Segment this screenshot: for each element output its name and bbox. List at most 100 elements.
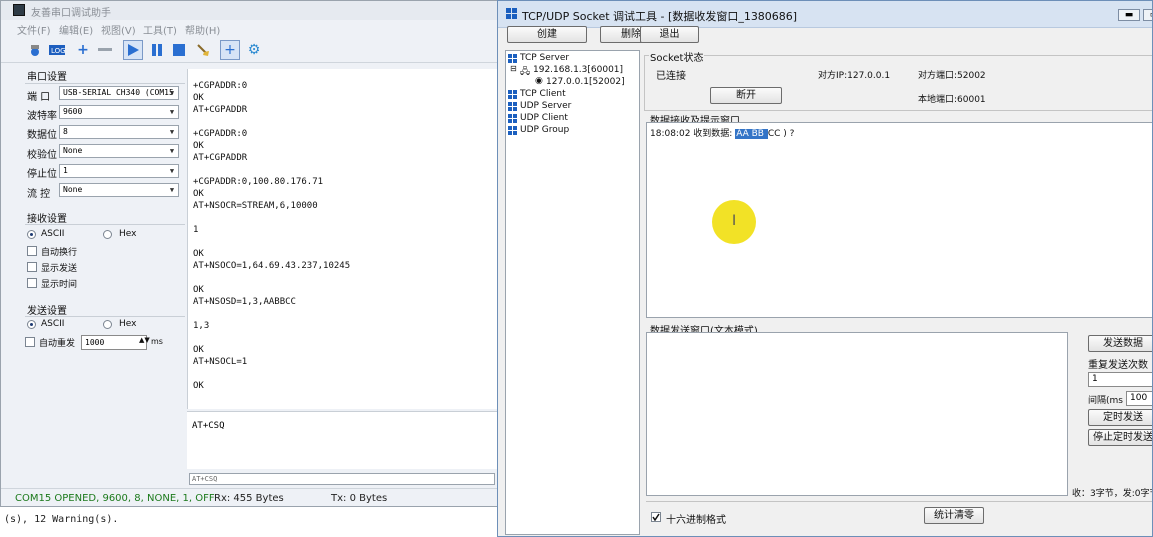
recv-settings-title: 接收设置 (27, 214, 67, 225)
disconnect-button[interactable]: 断开 (710, 87, 782, 104)
receive-text-area[interactable]: +CGPADDR:0 OK AT+CGPADDR +CGPADDR:0 OK AT+CGP… (187, 69, 499, 409)
tree-udp-server[interactable]: UDP Server (520, 101, 571, 111)
receive-line: +CGPADDR:0 (193, 129, 248, 139)
stop-icon[interactable] (169, 40, 189, 60)
send-hex-radio[interactable] (103, 320, 112, 329)
receive-line: AT+NSOCR=STREAM,6,10000 (193, 201, 318, 211)
tcp-udp-socket-window: TCP/UDP Socket 调试工具 - [数据收发窗口_1380686] ▬… (497, 0, 1153, 537)
settings-gear-icon[interactable]: ⚙ (244, 40, 264, 60)
menu-help[interactable]: 帮助(H) (185, 22, 220, 37)
udp-client-icon (508, 114, 517, 123)
receive-line: OK (193, 285, 204, 295)
send-ascii-label: ASCII (41, 319, 65, 329)
clear-stats-button[interactable]: 统计清零 (924, 507, 984, 524)
maximize-icon[interactable]: ▭ (1143, 9, 1152, 21)
send-history-select[interactable]: AT+CSQ (189, 473, 495, 485)
svg-text:LOG: LOG (51, 47, 65, 55)
window-title: TCP/UDP Socket 调试工具 - [数据收发窗口_1380686] (522, 10, 798, 23)
rx-count: Rx: 455 Bytes (214, 493, 284, 504)
receive-line: +CGPADDR:0,100.80.176.71 (193, 177, 324, 187)
send-ascii-radio[interactable] (27, 320, 36, 329)
remove-icon[interactable] (95, 40, 115, 60)
send-text: AT+CSQ (192, 421, 225, 431)
recv-hex-radio[interactable] (103, 230, 112, 239)
byte-stats: 收：3字节，发:0字节 (1072, 489, 1153, 499)
databits-select[interactable]: 8 ▼ (59, 125, 179, 139)
selected-data: AA BB (735, 129, 768, 139)
menu-file[interactable]: 文件(F) (17, 22, 51, 37)
status-bar: COM15 OPENED, 9600, 8, NONE, 1, OFF Rx: … (1, 488, 499, 506)
resend-interval-input[interactable]: 1000 (81, 335, 147, 350)
send-window[interactable] (646, 332, 1068, 496)
toolbar: LOG + + ⚙ (1, 37, 499, 63)
hex-format-label: 十六进制格式 (666, 515, 726, 526)
peer-ip: 对方IP:127.0.0.1 (818, 71, 891, 81)
repeat-count-select[interactable]: 1 (1088, 372, 1152, 387)
chevron-down-icon: ▼ (169, 108, 175, 116)
add-icon[interactable]: + (73, 40, 93, 60)
expand-icon[interactable]: + (220, 40, 240, 60)
connection-status: 已连接 (656, 71, 686, 82)
collapse-icon[interactable]: ⊟ (510, 64, 517, 73)
bottom-bar: 十六进制格式 统计清零 (646, 501, 1152, 535)
menu-tools[interactable]: 工具(T) (143, 22, 177, 37)
auto-newline-checkbox[interactable] (27, 246, 37, 256)
tree-udp-client[interactable]: UDP Client (520, 113, 568, 123)
tree-server-node[interactable]: 192.168.1.3[60001] (533, 65, 623, 75)
auto-resend-label: 自动重发 (39, 339, 76, 349)
clear-broom-icon[interactable] (193, 40, 213, 60)
pause-icon[interactable] (147, 40, 167, 60)
udp-group-icon (508, 126, 517, 135)
tree-client-node[interactable]: 127.0.0.1[52002] (546, 77, 625, 87)
log-icon[interactable]: LOG (47, 40, 67, 60)
peer-port: 对方端口:52002 (918, 71, 986, 81)
interval-input[interactable]: 100 (1126, 391, 1152, 406)
create-button[interactable]: 创建 (507, 26, 587, 43)
show-time-label: 显示时间 (41, 280, 78, 290)
udp-server-icon (508, 102, 517, 111)
receive-line: AT+CGPADDR (193, 153, 248, 163)
hex-format-checkbox[interactable] (651, 512, 661, 522)
chevron-down-icon: ▼ (169, 186, 175, 194)
tree-tcp-client[interactable]: TCP Client (520, 89, 566, 99)
tcp-client-icon (508, 90, 517, 99)
show-time-checkbox[interactable] (27, 278, 37, 288)
stop-timer-send-button[interactable]: 停止定时发送 (1088, 429, 1152, 446)
tx-count: Tx: 0 Bytes (331, 493, 388, 504)
received-data-line: 18:08:02 收到数据: AA BB CC ) ? (650, 129, 795, 139)
send-text-area[interactable]: AT+CSQ (187, 411, 499, 469)
menu-edit[interactable]: 编辑(E) (59, 22, 93, 37)
receive-line: AT+CGPADDR (193, 105, 248, 115)
send-data-button[interactable]: 发送数据 (1088, 335, 1152, 352)
show-send-checkbox[interactable] (27, 262, 37, 272)
tree-tcp-server[interactable]: TCP Server (520, 53, 569, 63)
port-select[interactable]: USB-SERIAL CH340 (COM15 ▼ (59, 86, 179, 100)
window-title: 友善串口调试助手 (31, 8, 111, 19)
spinner-icon[interactable]: ▲▼ (139, 336, 150, 344)
flow-select[interactable]: None ▼ (59, 183, 179, 197)
recv-ascii-radio[interactable] (27, 230, 36, 239)
open-port-icon[interactable] (25, 40, 45, 60)
chevron-down-icon: ▼ (169, 89, 175, 97)
recv-hex-label: Hex (119, 229, 137, 239)
title-bar: TCP/UDP Socket 调试工具 - [数据收发窗口_1380686] ▬… (498, 1, 1152, 28)
port-settings-title: 串口设置 (27, 72, 67, 83)
baud-label: 波特率 (27, 111, 57, 122)
menu-view[interactable]: 视图(V) (101, 22, 136, 37)
timer-send-button[interactable]: 定时发送 (1088, 409, 1152, 426)
minimize-icon[interactable]: ▬ (1118, 9, 1140, 21)
send-settings-title: 发送设置 (27, 306, 67, 317)
play-icon[interactable] (123, 40, 143, 60)
baud-select[interactable]: 9600 ▼ (59, 105, 179, 119)
title-bar: 友善串口调试助手 (1, 1, 499, 20)
stopbits-select[interactable]: 1 ▼ (59, 164, 179, 178)
settings-panel: 串口设置 端 口 USB-SERIAL CH340 (COM15 ▼ 波特率 96… (15, 63, 187, 458)
exit-button[interactable]: 退出 (640, 26, 699, 43)
port-label: 端 口 (27, 92, 51, 103)
serial-assistant-window: 友善串口调试助手 文件(F) 编辑(E) 视图(V) 工具(T) 帮助(H) L… (0, 0, 500, 507)
tree-udp-group[interactable]: UDP Group (520, 125, 569, 135)
console-output-text: (s), 12 Warning(s). (4, 514, 119, 525)
parity-select[interactable]: None ▼ (59, 144, 179, 158)
auto-resend-checkbox[interactable] (25, 337, 35, 347)
send-history: AT+CSQ (187, 471, 499, 487)
